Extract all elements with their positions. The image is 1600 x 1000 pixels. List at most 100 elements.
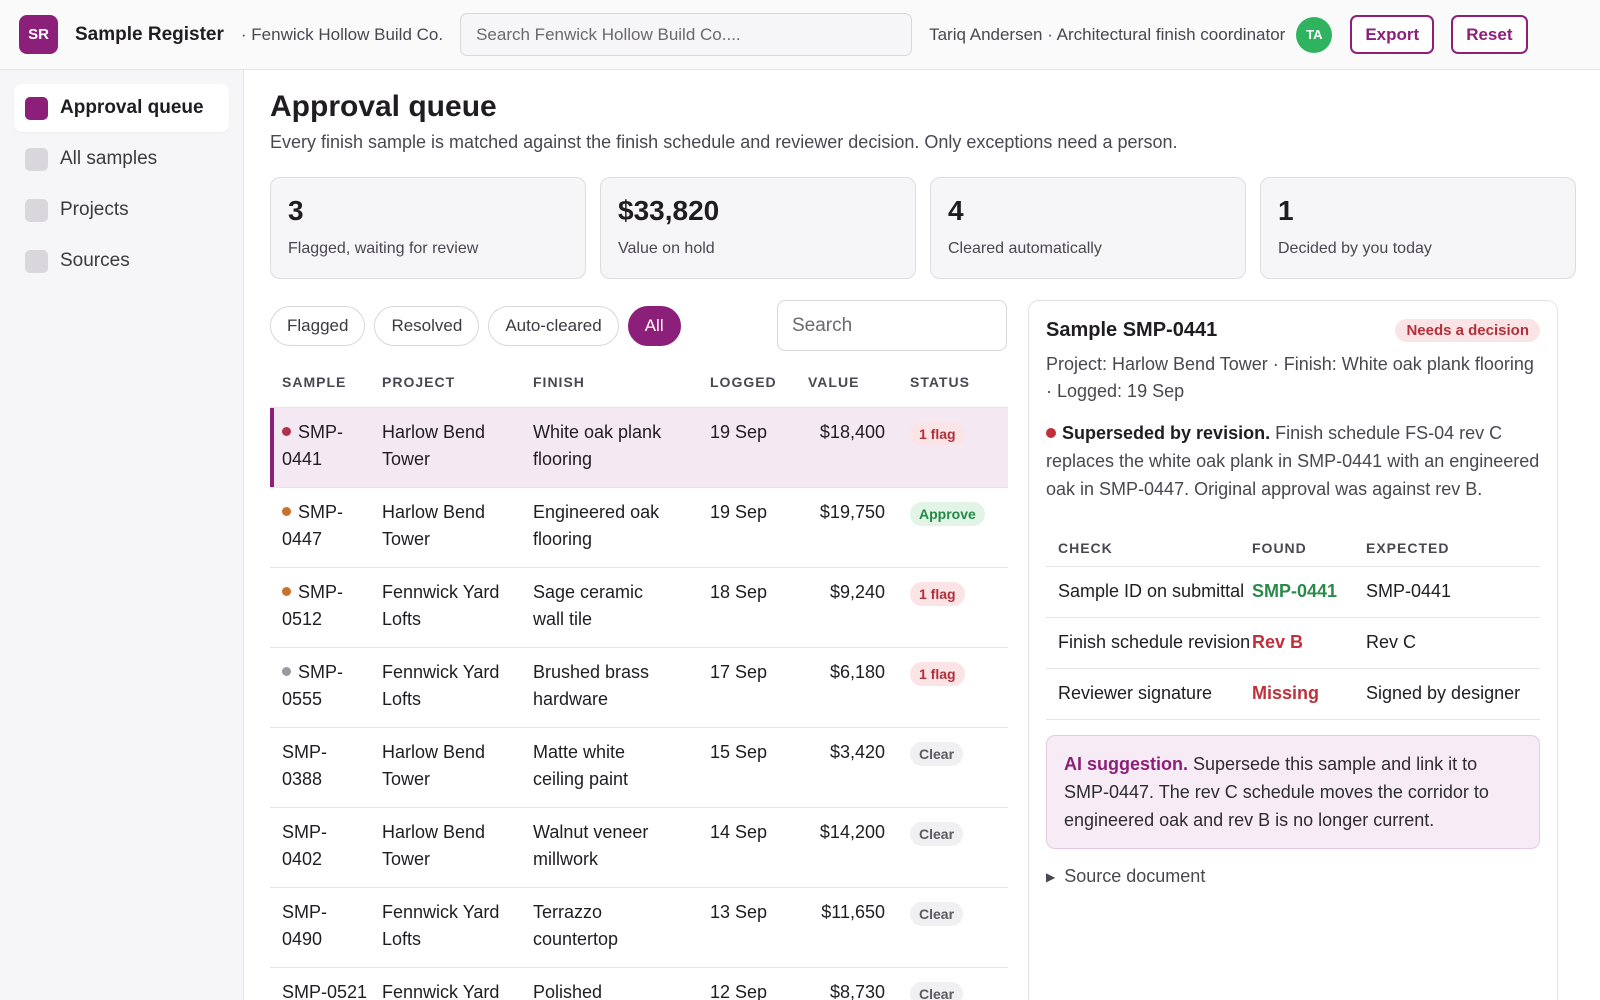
table-row[interactable]: SMP- 0388 Harlow Bend Tower Matte white ceili… xyxy=(270,728,1008,808)
check-found: Rev B xyxy=(1252,632,1304,652)
column-header-logged[interactable]: LOGGED xyxy=(710,374,801,390)
stat-value: 3 xyxy=(288,195,304,226)
cell-finish: Terrazzo countertop xyxy=(533,899,710,967)
cell-value: $6,180 xyxy=(829,662,885,682)
table-row[interactable]: SMP-0521 Fennwick Yard Polished 12 Sep $8,73… xyxy=(270,968,1008,1000)
stat-value: $33,820 xyxy=(618,195,720,226)
cell-logged: 18 Sep xyxy=(710,582,768,602)
table-row[interactable]: SMP- 0512 Fennwick Yard Lofts Sage ceramic wa… xyxy=(270,568,1008,648)
avatar[interactable]: TA xyxy=(1296,16,1333,53)
project-line1: Fennwick Yard xyxy=(382,582,500,602)
table-row[interactable]: SMP- 0555 Fennwick Yard Lofts Brushed brass h… xyxy=(270,648,1008,728)
cell-value: $19,750 xyxy=(819,502,885,522)
finish-line1: Engineered oak xyxy=(533,502,660,522)
cell-status: Clear xyxy=(885,819,1008,887)
check-row: Sample ID on submittal SMP-0441 SMP-0441 xyxy=(1046,567,1540,618)
cell-logged: 13 Sep xyxy=(710,902,768,922)
finish-line1: Brushed brass xyxy=(533,662,650,682)
stat-label: Decided by you today xyxy=(1278,240,1432,257)
sample-id-line1: SMP-0521 xyxy=(282,982,368,1000)
check-expected: SMP-0441 xyxy=(1366,581,1452,601)
stat-value: 4 xyxy=(948,195,964,226)
finish-line1: Walnut veneer xyxy=(533,822,649,842)
cell-status: Approve xyxy=(885,499,1008,567)
column-header-project[interactable]: PROJECT xyxy=(382,374,533,390)
filter-chip-flagged[interactable]: Flagged xyxy=(270,306,366,346)
cell-logged: 17 Sep xyxy=(710,662,768,682)
status-badge: Approve xyxy=(910,502,985,526)
cell-sample: SMP- 0512 xyxy=(270,579,382,647)
table-row[interactable]: SMP- 0441 Harlow Bend Tower White oak plank f… xyxy=(270,408,1008,488)
finish-line2: wall tile xyxy=(533,609,593,629)
status-badge: Clear xyxy=(910,902,964,926)
cell-project: Fennwick Yard Lofts xyxy=(382,659,533,727)
cell-project: Harlow Bend Tower xyxy=(382,419,533,487)
checks-header: CHECK FOUND EXPECTED xyxy=(1046,529,1540,567)
project-line2: Tower xyxy=(382,769,431,789)
cell-logged: 19 Sep xyxy=(710,502,768,522)
cell-logged: 12 Sep xyxy=(710,982,768,1000)
reason-title: Superseded by revision. xyxy=(1062,423,1271,443)
check-row: Finish schedule revision Rev B Rev C xyxy=(1046,618,1540,669)
cell-sample: SMP- 0447 xyxy=(270,499,382,567)
sidebar-item-label: Projects xyxy=(60,199,129,220)
project-line1: Harlow Bend xyxy=(382,422,486,442)
table-search-input[interactable] xyxy=(777,300,1007,351)
sample-id-line2: 0490 xyxy=(282,929,323,949)
stat-value: 1 xyxy=(1278,195,1294,226)
stat-card-flagged: 3 Flagged, waiting for review xyxy=(270,177,586,279)
sample-id-line2: 0555 xyxy=(282,689,323,709)
column-header-expected: EXPECTED xyxy=(1366,539,1450,556)
filter-chip-all[interactable]: All xyxy=(627,306,681,346)
sample-id-line1: SMP- xyxy=(298,422,343,442)
check-name: Sample ID on submittal xyxy=(1058,581,1245,601)
sample-id-line2: 0402 xyxy=(282,849,323,869)
finish-line2: millwork xyxy=(533,849,598,869)
cell-sample: SMP- 0490 xyxy=(270,899,382,967)
column-header-check: CHECK xyxy=(1058,539,1113,556)
cell-project: Harlow Bend Tower xyxy=(382,499,533,567)
finish-line1: Polished xyxy=(533,982,603,1000)
column-header-sample[interactable]: SAMPLE xyxy=(270,374,382,390)
status-badge: 1 flag xyxy=(910,662,965,686)
stat-card-decided: 1 Decided by you today xyxy=(1260,177,1576,279)
cell-project: Harlow Bend Tower xyxy=(382,819,533,887)
cell-value: $9,240 xyxy=(829,582,885,602)
column-header-value[interactable]: VALUE xyxy=(801,374,885,390)
export-button[interactable]: Export xyxy=(1350,15,1435,54)
cell-finish: Brushed brass hardware xyxy=(533,659,710,727)
cell-finish: Walnut veneer millwork xyxy=(533,819,710,887)
filter-chip-auto-cleared[interactable]: Auto-cleared xyxy=(488,306,619,346)
sample-id-line1: SMP- xyxy=(282,902,327,922)
table-row[interactable]: SMP- 0490 Fennwick Yard Lofts Terrazzo counte… xyxy=(270,888,1008,968)
sidebar-item-label: All samples xyxy=(60,148,158,169)
disclosure-triangle-icon: ▶ xyxy=(1046,869,1056,884)
check-expected: Signed by designer xyxy=(1366,683,1521,703)
sidebar-item-sources[interactable]: Sources xyxy=(14,237,229,285)
table-row[interactable]: SMP- 0447 Harlow Bend Tower Engineered oak fl… xyxy=(270,488,1008,568)
cell-status: 1 flag xyxy=(885,579,1008,647)
sample-id-line2: 0441 xyxy=(282,449,323,469)
sidebar-item-all-samples[interactable]: All samples xyxy=(14,135,229,183)
status-dot-icon xyxy=(282,427,291,436)
checks-table: CHECK FOUND EXPECTED Sample ID on submit… xyxy=(1046,529,1540,720)
global-search-input[interactable] xyxy=(460,13,913,56)
app-logo: SR xyxy=(19,15,58,54)
filter-chip-resolved[interactable]: Resolved xyxy=(374,306,480,346)
stat-label: Cleared automatically xyxy=(948,240,1102,257)
table-row[interactable]: SMP- 0402 Harlow Bend Tower Walnut veneer mil… xyxy=(270,808,1008,888)
project-line2: Tower xyxy=(382,449,431,469)
sidebar-item-projects[interactable]: Projects xyxy=(14,186,229,234)
cell-sample: SMP- 0555 xyxy=(270,659,382,727)
column-header-status[interactable]: STATUS xyxy=(885,374,1008,390)
status-dot-icon xyxy=(282,667,291,676)
sample-id-line2: 0388 xyxy=(282,769,323,789)
cell-finish: Sage ceramic wall tile xyxy=(533,579,710,647)
finish-line1: Sage ceramic xyxy=(533,582,644,602)
source-document-toggle[interactable]: ▶ Source document xyxy=(1046,866,1540,887)
samples-table: SAMPLE PROJECT FINISH LOGGED VALUE STATU… xyxy=(270,356,1008,1000)
sidebar-item-approval-queue[interactable]: Approval queue xyxy=(14,84,229,132)
column-header-finish[interactable]: FINISH xyxy=(533,374,710,390)
reset-button[interactable]: Reset xyxy=(1451,15,1528,54)
cell-value: $3,420 xyxy=(829,742,885,762)
